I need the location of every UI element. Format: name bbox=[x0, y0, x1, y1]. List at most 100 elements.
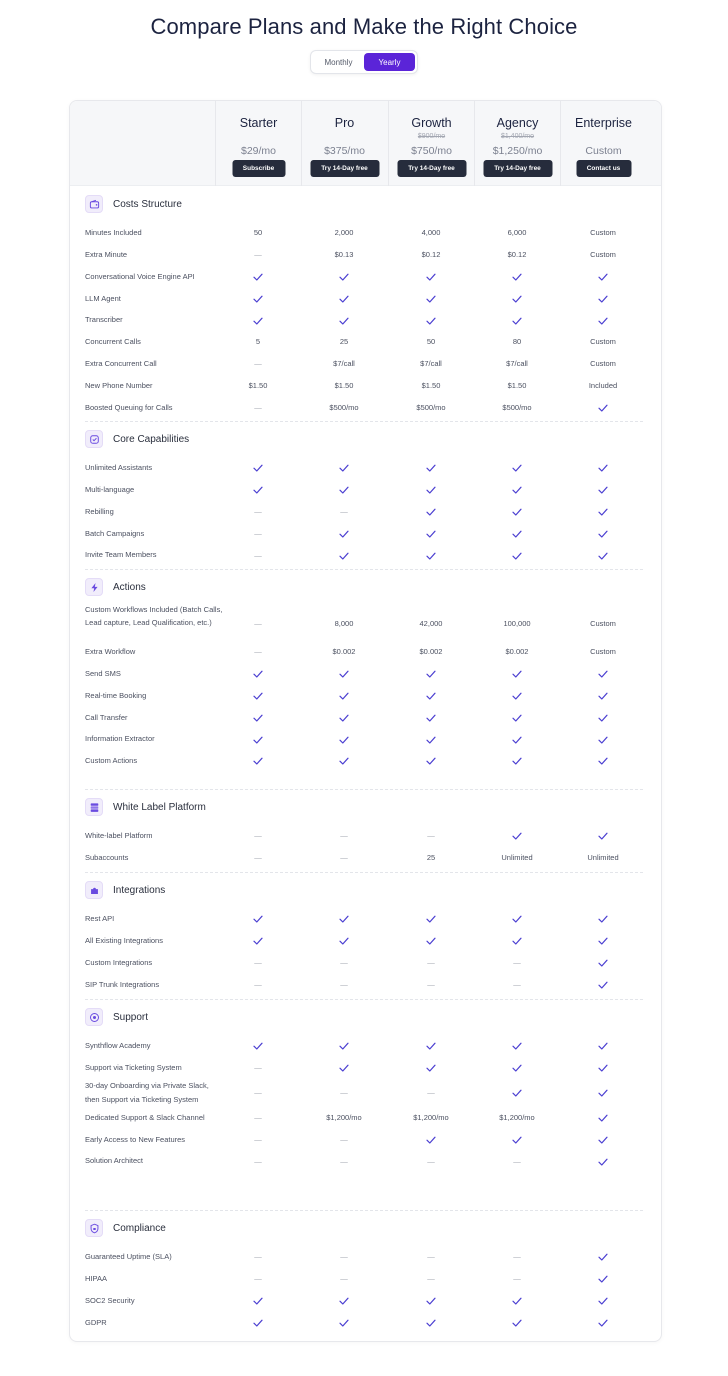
plan-cta-button[interactable]: Subscribe bbox=[232, 160, 285, 177]
section-title: Integrations bbox=[113, 884, 166, 896]
section-title: Actions bbox=[113, 581, 146, 593]
value-cell-starter: — bbox=[215, 1156, 301, 1167]
table-row: Minutes Included 50 2,000 4,000 6,000 Custom bbox=[70, 222, 661, 244]
check-icon bbox=[339, 735, 349, 744]
check-icon bbox=[512, 1318, 522, 1327]
check-icon bbox=[253, 756, 263, 766]
monthly-toggle-button[interactable]: Monthly bbox=[313, 53, 364, 71]
plan-cta-button[interactable]: Try 14-Day free bbox=[397, 160, 466, 177]
feature-label: LLM Agent bbox=[85, 293, 121, 303]
value-cell-starter bbox=[215, 315, 301, 326]
check-icon bbox=[598, 831, 608, 841]
check-icon bbox=[598, 735, 608, 744]
value-cell-pro: 8,000 bbox=[334, 618, 354, 628]
check-icon bbox=[512, 713, 522, 722]
check-icon bbox=[512, 914, 522, 924]
plan-column-agency: Agency $1,400/mo $1,250/mo Try 14-Day free bbox=[474, 101, 560, 186]
value-cell-growth bbox=[388, 1295, 474, 1306]
feature-label: Custom Workflows Included (Batch Calls, … bbox=[85, 604, 223, 628]
value-cell-enterprise: Custom bbox=[590, 250, 616, 260]
value-cell-agency: — bbox=[474, 1273, 560, 1284]
plan-price: $1,250/mo bbox=[492, 145, 543, 157]
value-cell-pro bbox=[301, 528, 387, 539]
feature-label: All Existing Integrations bbox=[85, 935, 163, 945]
value-cell-growth bbox=[388, 755, 474, 766]
feature-label: Minutes Included bbox=[85, 228, 142, 238]
section-header-integrations: Integrations bbox=[85, 880, 645, 900]
table-row: Custom Integrations — — — — bbox=[70, 952, 661, 974]
check-icon bbox=[426, 735, 436, 744]
value-cell-pro: — bbox=[301, 830, 387, 841]
check-icon bbox=[253, 914, 263, 924]
check-icon bbox=[598, 756, 608, 766]
plans-header: Starter $29/mo Subscribe Pro $375/mo Try 14-D… bbox=[70, 101, 661, 186]
check-icon bbox=[253, 691, 263, 700]
check-icon bbox=[598, 316, 608, 325]
section-header-support: Support bbox=[85, 1007, 645, 1027]
check-icon bbox=[512, 1088, 522, 1097]
feature-label: Batch Campaigns bbox=[85, 528, 145, 538]
value-cell-agency bbox=[474, 271, 560, 282]
value-cell-agency bbox=[474, 668, 560, 679]
value-cell-pro: $1.50 bbox=[334, 380, 354, 390]
yearly-toggle-button[interactable]: Yearly bbox=[364, 53, 415, 71]
plan-cta-button[interactable]: Try 14-Day free bbox=[310, 160, 379, 177]
check-icon bbox=[339, 669, 349, 678]
value-cell-growth: 4,000 bbox=[421, 228, 441, 238]
check-icon bbox=[253, 713, 263, 722]
section-divider bbox=[85, 999, 643, 1000]
plan-cta-button[interactable]: Try 14-Day free bbox=[483, 160, 552, 177]
value-cell-enterprise bbox=[560, 1273, 646, 1284]
table-row: Conversational Voice Engine API bbox=[70, 266, 661, 288]
check-icon bbox=[598, 936, 608, 945]
check-icon bbox=[253, 316, 263, 325]
check-icon bbox=[426, 529, 436, 538]
table-row: Extra Concurrent Call — $7/call $7/call $7/c… bbox=[70, 353, 661, 375]
value-cell-growth: — bbox=[388, 830, 474, 841]
value-cell-enterprise bbox=[560, 935, 646, 946]
check-icon bbox=[512, 485, 522, 494]
value-cell-starter bbox=[215, 1295, 301, 1306]
value-cell-starter: — bbox=[215, 1273, 301, 1284]
table-row: White-label Platform — — — bbox=[70, 825, 661, 847]
table-row: Rebilling — — bbox=[70, 501, 661, 523]
value-cell-agency bbox=[474, 690, 560, 701]
value-cell-starter: — bbox=[215, 979, 301, 990]
section-header-core-capabilities: Core Capabilities bbox=[85, 429, 645, 449]
dash-icon: — bbox=[427, 1088, 435, 1098]
feature-label: Solution Architect bbox=[85, 1156, 143, 1166]
dash-icon: — bbox=[340, 1088, 348, 1098]
check-icon bbox=[598, 1135, 608, 1144]
section-divider bbox=[85, 1210, 643, 1211]
value-cell-pro bbox=[301, 1295, 387, 1306]
value-cell-agency bbox=[474, 506, 560, 517]
feature-label: Conversational Voice Engine API bbox=[85, 271, 195, 281]
value-cell-agency: — bbox=[474, 979, 560, 990]
value-cell-growth: — bbox=[388, 957, 474, 968]
value-cell-agency bbox=[474, 755, 560, 766]
value-cell-enterprise bbox=[560, 979, 646, 990]
table-row: Send SMS bbox=[70, 663, 661, 685]
feature-label: Concurrent Calls bbox=[85, 337, 141, 347]
check-icon bbox=[426, 669, 436, 678]
plan-name: Agency bbox=[496, 116, 539, 130]
check-icon bbox=[339, 914, 349, 924]
server-icon bbox=[85, 798, 103, 816]
value-cell-growth bbox=[388, 668, 474, 679]
table-row: New Phone Number $1.50 $1.50 $1.50 $1.50 Incl… bbox=[70, 375, 661, 397]
value-cell-pro: — bbox=[301, 852, 387, 863]
billing-toggle[interactable]: Monthly Yearly bbox=[310, 50, 418, 74]
value-cell-pro bbox=[301, 935, 387, 946]
comparison-table: Starter $29/mo Subscribe Pro $375/mo Try 14-D… bbox=[69, 100, 662, 1342]
value-cell-pro: — bbox=[301, 1251, 387, 1262]
value-cell-starter: — bbox=[215, 1112, 301, 1123]
value-cell-enterprise bbox=[560, 550, 646, 561]
check-icon bbox=[426, 691, 436, 700]
value-cell-pro: — bbox=[301, 1273, 387, 1284]
plan-cta-button[interactable]: Contact us bbox=[576, 160, 631, 177]
value-cell-growth: — bbox=[388, 1251, 474, 1262]
table-row: All Existing Integrations bbox=[70, 930, 661, 952]
value-cell-enterprise bbox=[560, 293, 646, 304]
feature-label: Call Transfer bbox=[85, 712, 128, 722]
value-cell-agency bbox=[474, 1040, 560, 1051]
